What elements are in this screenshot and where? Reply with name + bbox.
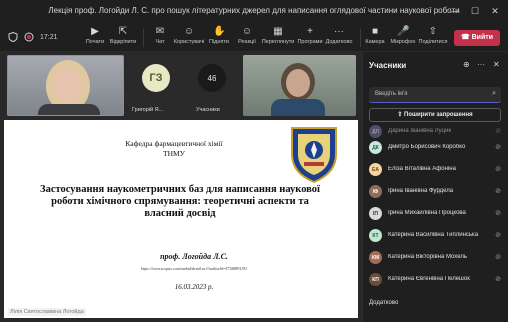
university-emblem-icon [291,127,337,184]
mic-off-icon: ⊘ [495,188,501,195]
smile-icon: ☺ [241,26,253,37]
share-button[interactable]: ⇧ Поділитися [416,26,450,45]
undock-button[interactable]: ⇱ Відкріпити [106,26,140,45]
chat-icon: ✉ [155,26,165,37]
video-tile-speaker[interactable] [7,55,124,116]
participant-name: Ірина Іванівна Фурдела [388,188,454,194]
list-item[interactable]: ЕА Еліза Віталівна Афоніна ⊘ [363,160,508,180]
recording-icon [24,32,34,42]
more-button[interactable]: ··· Додатково [322,26,356,45]
play-icon: ▶ [91,26,99,37]
list-item[interactable]: ІФ Ірина Іванівна Фурдела ⊘ [363,182,508,202]
shield-icon [8,32,18,42]
avatar: КП [369,273,382,286]
people-icon: ☺ [183,26,195,37]
mic-off-icon: ⊘ [495,144,501,151]
mic-button[interactable]: 🎤 Мікрофон [386,26,420,45]
participants-count-tile[interactable]: 46 Учасники [188,55,238,116]
video-tile-participant[interactable] [243,55,356,116]
list-item[interactable]: ІП Ірина Михайлівна Процкова ⊘ [363,204,508,224]
more-icon: ··· [334,26,344,37]
slide-author: проф. Логойда Л.С. [160,252,228,261]
search-icon: ⌕ [492,90,496,97]
avatar: ДК [369,141,382,154]
hand-icon: ✋ [213,26,226,37]
avatar: ЕА [369,163,382,176]
meeting-status: 17:21 [8,32,58,42]
mic-off-icon: ⊘ [495,254,501,261]
slide-date: 16.03.2023 р. [174,283,214,291]
close-icon[interactable]: ✕ [488,5,502,17]
mic-off-icon: ⊘ [495,128,501,135]
share-icon: ⇧ [428,26,438,37]
meeting-stage: ГЗ Григорій Я... 46 Учасники Кафедра фар… [0,52,362,322]
slide-title: Застосування наукометричних баз для напи… [40,184,320,219]
mic-off-icon: ⊘ [495,210,501,217]
shared-slide: Кафедра фармацевтичної хімії ТНМУ Застос… [4,120,358,318]
panel-title: Учасники [369,61,407,70]
leave-button[interactable]: ☎ Вийти [454,30,500,46]
participant-name: Катерина Вікторівна Мохель [388,254,467,260]
meeting-timer: 17:21 [40,33,58,41]
reactions-button[interactable]: ☺ Реакції [230,26,264,45]
microphone-icon: 🎤 [397,26,410,37]
list-item[interactable]: КП Катерина Євгенівна Пелешок ⊘ [363,270,508,290]
participant-name: Дарина Іванівна Луцик [388,128,452,134]
presenter-name: Лілія Святославівна Логойда [8,308,86,316]
avatar: КТ [369,229,382,242]
avatar: ДЛ [369,125,382,138]
participant-name: Еліза Віталівна Афоніна [388,166,456,172]
list-item[interactable]: КТ Катерина Василівна Типлинська ⊘ [363,226,508,246]
person-body [271,99,325,116]
maximize-icon[interactable]: ☐ [468,5,482,17]
mic-off-icon: ⊘ [495,166,501,173]
share-invite-button[interactable]: ⇪ Поширити запрошення [369,108,501,122]
participant-name: Дмитро Борисович Коробко [388,144,466,150]
list-item[interactable]: ДК Дмитро Борисович Коробко ⊘ [363,138,508,158]
person-body [38,104,100,115]
title-bar: Лекція проф. Логойди Л. С. про пошук літ… [0,0,508,24]
avatar: ГЗ [142,64,170,92]
people-button[interactable]: ☺ Користувачі [172,26,206,45]
participant-name: Григорій Я... [132,107,164,113]
camera-icon: ■ [371,26,379,37]
participant-name: Ірина Михайлівна Процкова [388,210,466,216]
minimize-icon[interactable]: — [448,5,462,17]
person-add-icon[interactable]: ⊕ [463,60,470,69]
avatar: КМ [369,251,382,264]
grid-icon: ▦ [273,26,283,37]
participants-panel: Учасники ⊕ ··· ✕ Введіть ім'я ⌕ ⇪ Пошири… [362,52,508,322]
plus-icon: + [307,26,313,37]
avatar: ІФ [369,185,382,198]
participants-label: Учасники [196,107,220,113]
person-face [286,69,310,97]
list-item[interactable]: КМ Катерина Вікторівна Мохель ⊘ [363,248,508,268]
slide-department: Кафедра фармацевтичної хімії ТНМУ [125,139,223,158]
participant-name: Катерина Євгенівна Пелешок [388,276,470,282]
meeting-toolbar: 17:21 ▶ Почати ⇱ Відкріпити ✉ Чат ☺ Кори… [0,24,508,52]
search-placeholder: Введіть ім'я [375,91,408,97]
person-face [53,68,81,102]
slide-url: https://www.scopus.com/authid/detail.uri… [140,266,248,271]
participant-name: Катерина Василівна Типлинська [388,232,479,238]
phone-icon: ☎ [460,34,472,41]
view-button[interactable]: ▦ Переглянути [261,26,295,45]
participant-search-input[interactable]: Введіть ім'я ⌕ [369,87,501,103]
more-section-header[interactable]: Додатково [369,300,398,306]
participant-count: 46 [198,64,226,92]
more-icon[interactable]: ··· [477,60,485,69]
close-panel-icon[interactable]: ✕ [493,60,500,69]
mic-off-icon: ⊘ [495,232,501,239]
avatar: ІП [369,207,382,220]
participant-tile[interactable]: ГЗ Григорій Я... [128,55,184,116]
mic-off-icon: ⊘ [495,276,501,283]
window-title: Лекція проф. Логойди Л. С. про пошук літ… [48,6,460,15]
popout-icon: ⇱ [118,26,128,37]
